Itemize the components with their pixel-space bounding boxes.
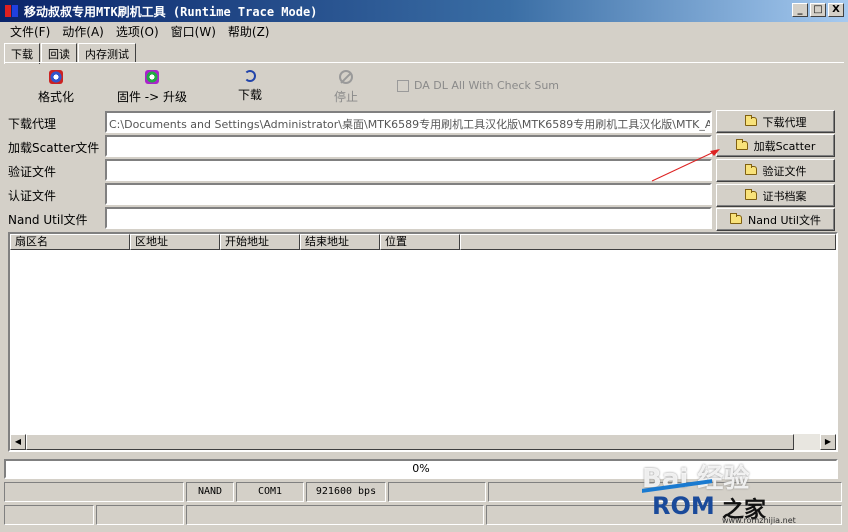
close-button[interactable]: X xyxy=(828,3,844,17)
status-segment-empty xyxy=(186,505,484,525)
watermark-url: www.romzhijia.net xyxy=(722,516,796,525)
column-partition-name[interactable]: 扇区名 xyxy=(10,234,130,250)
status-segment-empty xyxy=(4,505,94,525)
toolbar: 格式化 固件 -> 升级 下载 停止 DA DL All With Check … xyxy=(4,66,844,108)
tab-readback[interactable]: 回读 xyxy=(41,43,77,63)
status-storage: NAND xyxy=(186,482,234,502)
stop-button[interactable]: 停止 xyxy=(322,68,370,106)
window-controls: _ □ X xyxy=(792,3,844,17)
status-port: COM1 xyxy=(236,482,304,502)
menu-bar: 文件(F) 动作(A) 选项(O) 窗口(W) 帮助(Z) xyxy=(0,22,848,41)
column-filler xyxy=(460,234,836,250)
stop-label: 停止 xyxy=(333,90,358,104)
rom-logo: ROM xyxy=(652,492,715,520)
column-start-address[interactable]: 开始地址 xyxy=(220,234,300,250)
annotation-arrow xyxy=(651,149,720,182)
app-icon xyxy=(4,3,20,19)
download-agent-label: 下载代理 xyxy=(8,117,57,131)
menu-window[interactable]: 窗口(W) xyxy=(165,23,222,40)
list-header: 扇区名 区地址 开始地址 结束地址 位置 xyxy=(10,234,836,250)
file-row-auth: 认证文件 xyxy=(4,183,712,206)
firmware-icon xyxy=(145,70,159,84)
scatter-label: 加载Scatter文件 xyxy=(8,141,100,155)
firmware-upgrade-label: 固件 -> 升级 xyxy=(116,90,187,104)
title-bar: 移动叔叔专用MTK刷机工具 (Runtime Trace Mode) _ □ X xyxy=(0,0,848,22)
tab-download[interactable]: 下载 xyxy=(4,43,40,64)
checkbox-box[interactable] xyxy=(397,79,409,92)
status-baud: 921600 bps xyxy=(306,482,386,502)
folder-icon xyxy=(744,164,757,175)
verify-file-button-label: 验证文件 xyxy=(762,164,807,178)
verify-field[interactable] xyxy=(105,159,712,181)
nand-util-button-label: Nand Util文件 xyxy=(748,213,821,227)
nand-util-field[interactable] xyxy=(105,207,712,229)
partition-list[interactable]: 扇区名 区地址 开始地址 结束地址 位置 ◀ ▶ xyxy=(8,232,838,452)
firmware-upgrade-button[interactable]: 固件 -> 升级 xyxy=(110,68,194,106)
download-label: 下载 xyxy=(237,88,262,102)
verify-label: 验证文件 xyxy=(8,165,57,179)
scroll-right-button[interactable]: ▶ xyxy=(820,434,836,450)
file-row-download-agent: 下载代理 C:\Documents and Settings\Administr… xyxy=(4,111,712,134)
tab-strip: 下载 回读 内存测试 xyxy=(4,43,137,64)
status-segment-empty xyxy=(4,482,184,502)
window-title: 移动叔叔专用MTK刷机工具 (Runtime Trace Mode) xyxy=(24,4,318,19)
folder-icon xyxy=(744,115,757,126)
watermark: Bai 经验 ROM 之家 www.romzhijia.net xyxy=(642,458,842,528)
checksum-label: DA DL All With Check Sum xyxy=(414,79,560,92)
certificate-button-label: 证书档案 xyxy=(762,189,807,203)
stop-icon xyxy=(339,70,353,84)
file-row-scatter: 加载Scatter文件 xyxy=(4,135,712,158)
download-button[interactable]: 下载 xyxy=(224,68,276,106)
column-location[interactable]: 位置 xyxy=(380,234,460,250)
scroll-thumb[interactable] xyxy=(26,434,794,450)
column-region-address[interactable]: 区地址 xyxy=(130,234,220,250)
status-segment-empty xyxy=(96,505,184,525)
menu-action[interactable]: 动作(A) xyxy=(56,23,110,40)
folder-icon xyxy=(744,189,757,200)
horizontal-scrollbar[interactable]: ◀ ▶ xyxy=(10,434,836,450)
folder-icon xyxy=(730,213,743,224)
nand-util-label: Nand Util文件 xyxy=(8,213,88,227)
menu-help[interactable]: 帮助(Z) xyxy=(222,23,276,40)
format-button[interactable]: 格式化 xyxy=(24,68,88,106)
progress-text: 0% xyxy=(412,462,430,475)
format-icon xyxy=(49,70,63,84)
auth-field[interactable] xyxy=(105,183,712,205)
maximize-button[interactable]: □ xyxy=(810,3,826,17)
download-agent-button-label: 下载代理 xyxy=(762,115,807,129)
file-row-nand-util: Nand Util文件 xyxy=(4,207,712,230)
refresh-arrow-icon xyxy=(244,70,256,82)
load-scatter-button-label: 加载Scatter xyxy=(753,139,816,153)
certificate-button[interactable]: 证书档案 xyxy=(716,184,835,207)
download-agent-field[interactable]: C:\Documents and Settings\Administrator\… xyxy=(105,111,712,133)
format-label: 格式化 xyxy=(37,90,74,104)
checksum-checkbox[interactable]: DA DL All With Check Sum xyxy=(397,79,559,92)
tab-panel-border xyxy=(4,62,844,63)
menu-options[interactable]: 选项(O) xyxy=(110,23,165,40)
status-segment-empty xyxy=(388,482,486,502)
minimize-button[interactable]: _ xyxy=(792,3,808,17)
tab-memory-test[interactable]: 内存测试 xyxy=(78,43,136,63)
download-agent-button[interactable]: 下载代理 xyxy=(716,110,835,133)
nand-util-button[interactable]: Nand Util文件 xyxy=(716,208,835,231)
auth-label: 认证文件 xyxy=(8,189,57,203)
scroll-left-button[interactable]: ◀ xyxy=(10,434,26,450)
file-row-verify: 验证文件 xyxy=(4,159,712,182)
scatter-field[interactable] xyxy=(105,135,712,157)
menu-file[interactable]: 文件(F) xyxy=(4,23,56,40)
column-end-address[interactable]: 结束地址 xyxy=(300,234,380,250)
